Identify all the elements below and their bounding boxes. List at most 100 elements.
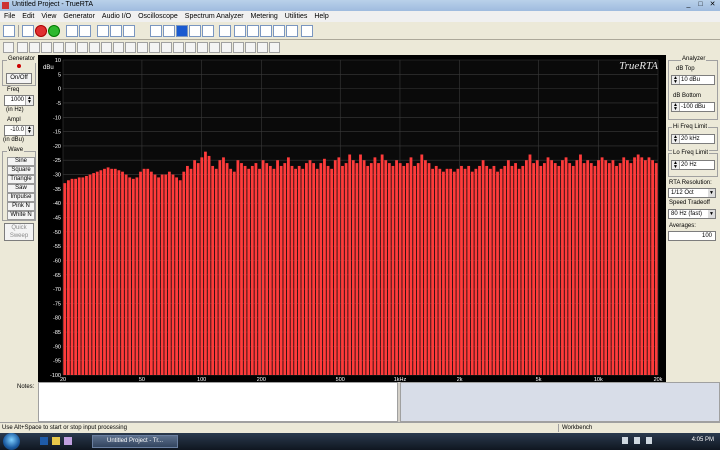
quick-sweep-button[interactable]: Quick Sweep bbox=[4, 223, 34, 241]
menu-metering[interactable]: Metering bbox=[248, 11, 281, 22]
chevron-down-icon[interactable]: ▼ bbox=[708, 189, 715, 197]
memory-slot-button[interactable] bbox=[53, 42, 64, 53]
ampl-input[interactable]: -10.0 ▲ ▼ bbox=[4, 125, 34, 136]
hi-freq-input[interactable]: ▲ ▼ 20 kHz bbox=[671, 134, 715, 144]
octave-1-3-button[interactable] bbox=[79, 25, 91, 37]
menu-generator[interactable]: Generator bbox=[60, 11, 98, 22]
close-button[interactable]: ✕ bbox=[707, 1, 718, 9]
minimize-button[interactable]: _ bbox=[683, 1, 694, 9]
menu-audio-io[interactable]: Audio I/O bbox=[99, 11, 134, 22]
peak-button[interactable] bbox=[163, 25, 175, 37]
print-button[interactable] bbox=[286, 25, 298, 37]
memory-slot-button[interactable] bbox=[101, 42, 112, 53]
menu-file[interactable]: File bbox=[1, 11, 18, 22]
go-button[interactable] bbox=[48, 25, 60, 37]
octave-1-1-button[interactable] bbox=[66, 25, 78, 37]
hi-freq-spinner-icon[interactable]: ▲ ▼ bbox=[672, 135, 680, 144]
spectrum-bar bbox=[229, 168, 233, 375]
db-button[interactable] bbox=[247, 25, 259, 37]
wave-impulse-button[interactable]: Impulse bbox=[7, 193, 35, 202]
memory-slot-button[interactable] bbox=[197, 42, 208, 53]
lo-freq-spinner-icon[interactable]: ▲ ▼ bbox=[672, 161, 680, 170]
memory-slot-button[interactable] bbox=[89, 42, 100, 53]
memory-slot-button[interactable] bbox=[125, 42, 136, 53]
memory-slot-button[interactable] bbox=[257, 42, 268, 53]
menu-utilities[interactable]: Utilities bbox=[282, 11, 311, 22]
lo-freq-input[interactable]: ▲ ▼ 20 Hz bbox=[671, 160, 715, 170]
memory-slot-button[interactable] bbox=[185, 42, 196, 53]
db-bottom-input[interactable]: ▲ ▼ -100 dBu bbox=[671, 102, 715, 112]
spectrum-bar bbox=[240, 163, 243, 375]
memory-slot-button[interactable] bbox=[113, 42, 124, 53]
explorer-quicklaunch-icon[interactable] bbox=[52, 437, 60, 445]
octave-1-12-button[interactable] bbox=[110, 25, 122, 37]
menu-edit[interactable]: Edit bbox=[19, 11, 37, 22]
start-button[interactable] bbox=[3, 433, 20, 450]
memory-slot-button[interactable] bbox=[65, 42, 76, 53]
rta-resolution-select[interactable]: 1/12 Oct ▼ bbox=[668, 188, 716, 198]
freq-spinner-icon[interactable]: ▲ ▼ bbox=[25, 96, 33, 105]
clock[interactable]: 4:05 PM bbox=[692, 437, 714, 443]
chevron-down-icon[interactable]: ▼ bbox=[708, 210, 715, 218]
onoff-button[interactable]: On/Off bbox=[6, 73, 32, 84]
menu-help[interactable]: Help bbox=[311, 11, 331, 22]
memory-slot-button[interactable] bbox=[149, 42, 160, 53]
wave-sine-button[interactable]: Sine bbox=[7, 157, 35, 166]
sel-button[interactable] bbox=[150, 25, 162, 37]
memory-slot-button[interactable] bbox=[137, 42, 148, 53]
averages-input[interactable]: 100 bbox=[668, 231, 716, 241]
db-offset-button[interactable] bbox=[273, 25, 285, 37]
maximize-button[interactable]: □ bbox=[695, 1, 706, 9]
db-top-input[interactable]: ▲ ▼ 10 dBu bbox=[671, 75, 715, 85]
volume-icon[interactable] bbox=[634, 437, 640, 444]
db-bottom-spinner-icon[interactable]: ▲ ▼ bbox=[672, 103, 680, 112]
ie-quicklaunch-icon[interactable] bbox=[40, 437, 48, 445]
bars-button[interactable] bbox=[176, 25, 188, 37]
menu-view[interactable]: View bbox=[38, 11, 59, 22]
wave-pink-noise-button[interactable]: Pink N bbox=[7, 202, 35, 211]
memory-slot-button[interactable] bbox=[77, 42, 88, 53]
memory-slot-button[interactable] bbox=[233, 42, 244, 53]
wave-button[interactable] bbox=[234, 25, 246, 37]
notes-textarea[interactable] bbox=[38, 382, 398, 422]
stop-button[interactable] bbox=[35, 25, 47, 37]
menu-spectrum-analyzer[interactable]: Spectrum Analyzer bbox=[182, 11, 247, 22]
quicklaunch-icon[interactable] bbox=[64, 437, 72, 445]
ampl-spinner-icon[interactable]: ▲ ▼ bbox=[25, 126, 33, 135]
wave-saw-button[interactable]: Saw bbox=[7, 184, 35, 193]
memory-slot-button[interactable] bbox=[221, 42, 232, 53]
wave-triangle-button[interactable]: Triangle bbox=[7, 175, 35, 184]
memory-slot-button[interactable] bbox=[269, 42, 280, 53]
spectrum-bar bbox=[597, 160, 600, 375]
reset-button[interactable] bbox=[219, 25, 231, 37]
spectrum-view-button[interactable] bbox=[3, 25, 15, 37]
avg-button[interactable] bbox=[189, 25, 201, 37]
cpl-button[interactable] bbox=[202, 25, 214, 37]
db-zoom-button[interactable] bbox=[260, 25, 272, 37]
taskbar-item-truerta[interactable]: Untitled Project - Tr... bbox=[92, 435, 178, 448]
network-icon[interactable] bbox=[622, 437, 628, 444]
spectrum-bar bbox=[499, 168, 503, 375]
memory-slot-button[interactable] bbox=[17, 42, 28, 53]
spectrum-bar bbox=[189, 168, 193, 375]
memory-slot-button[interactable] bbox=[3, 42, 14, 53]
filter-icon-button[interactable] bbox=[22, 25, 34, 37]
octave-1-24-button[interactable] bbox=[123, 25, 135, 37]
speed-tradeoff-select[interactable]: 80 Hz (fast) ▼ bbox=[668, 209, 716, 219]
notes-label-area: Notes: bbox=[0, 382, 38, 422]
wave-white-noise-button[interactable]: White N bbox=[7, 211, 35, 220]
memory-slot-button[interactable] bbox=[161, 42, 172, 53]
memory-slot-button[interactable] bbox=[41, 42, 52, 53]
memory-slot-button[interactable] bbox=[29, 42, 40, 53]
menu-oscilloscope[interactable]: Oscilloscope bbox=[135, 11, 181, 22]
help-button[interactable] bbox=[301, 25, 313, 37]
memory-slot-button[interactable] bbox=[245, 42, 256, 53]
freq-input[interactable]: 1000 ▲ ▼ bbox=[4, 95, 34, 106]
wave-square-button[interactable]: Square bbox=[7, 166, 35, 175]
octave-1-6-button[interactable] bbox=[97, 25, 109, 37]
tray-icon[interactable] bbox=[646, 437, 652, 444]
db-top-spinner-icon[interactable]: ▲ ▼ bbox=[672, 76, 680, 85]
spectrum-bar bbox=[106, 167, 110, 375]
memory-slot-button[interactable] bbox=[173, 42, 184, 53]
memory-slot-button[interactable] bbox=[209, 42, 220, 53]
